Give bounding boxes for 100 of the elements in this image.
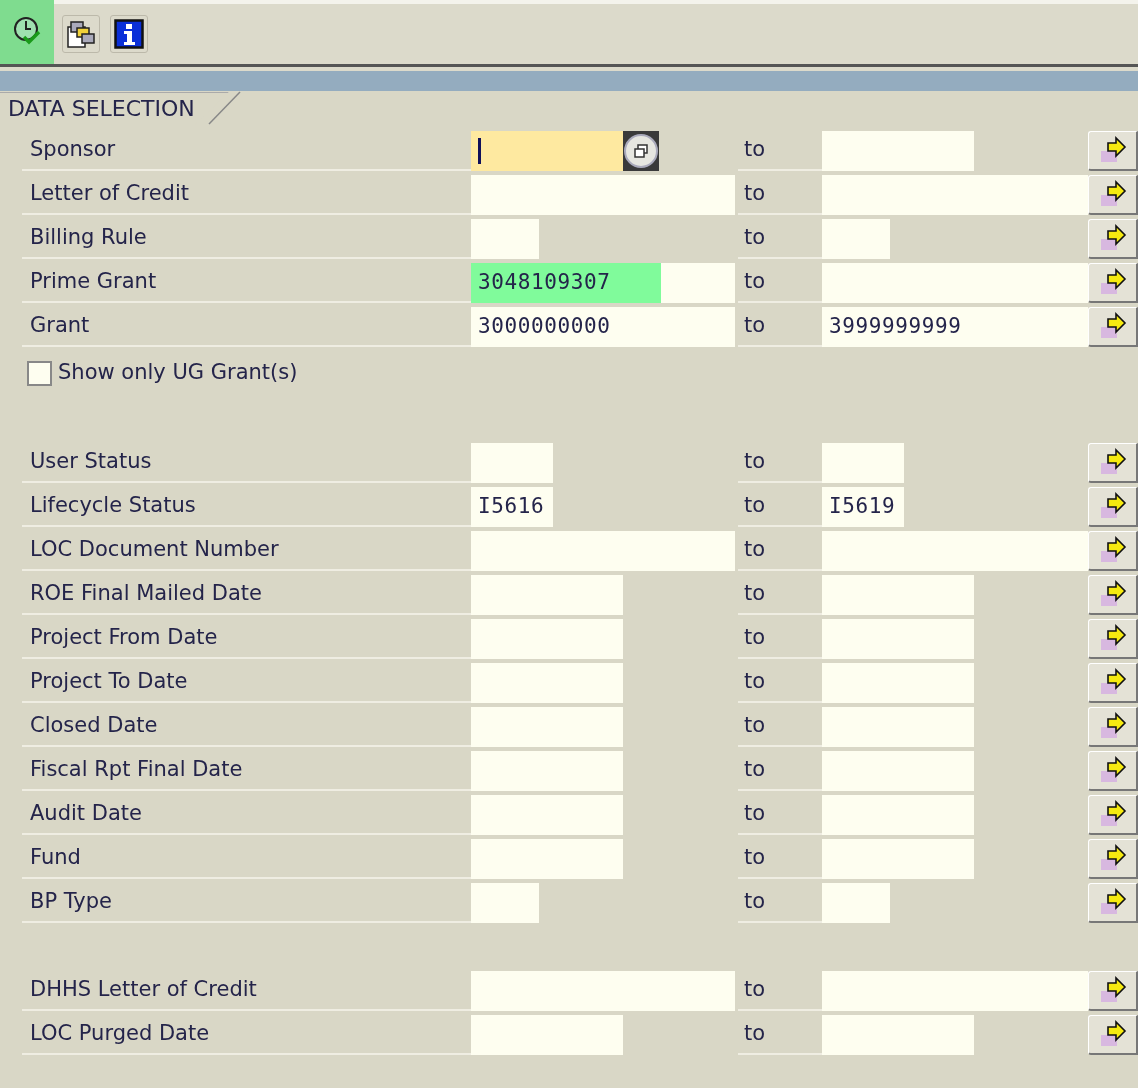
multiple-selection-button[interactable] <box>1088 971 1138 1011</box>
to-label: to <box>744 536 766 564</box>
input-field[interactable]: I5616 <box>471 487 553 527</box>
multiple-selection-button[interactable] <box>1088 751 1138 791</box>
field-label: Project From Date <box>30 624 218 652</box>
to-label: to <box>744 268 766 296</box>
field-label: Lifecycle Status <box>30 492 196 520</box>
to-label: to <box>744 312 766 340</box>
clock-check-icon <box>12 15 42 45</box>
field-label: LOC Document Number <box>30 536 279 564</box>
input-field[interactable] <box>471 839 623 879</box>
to-label: to <box>744 492 766 520</box>
to-label: to <box>744 180 766 208</box>
input-field[interactable] <box>471 971 735 1011</box>
multiple-selection-button[interactable] <box>1088 663 1138 703</box>
input-field[interactable] <box>822 839 974 879</box>
input-field[interactable]: I5619 <box>822 487 904 527</box>
input-field[interactable] <box>471 175 735 215</box>
input-field[interactable] <box>822 619 974 659</box>
multiple-selection-button[interactable] <box>1088 531 1138 571</box>
multiple-selection-button[interactable] <box>1088 839 1138 879</box>
field-label: Fund <box>30 844 81 872</box>
input-field[interactable]: 3999999999 <box>822 307 1088 347</box>
field-label: LOC Purged Date <box>30 1020 210 1048</box>
input-field[interactable] <box>471 619 623 659</box>
input-field[interactable] <box>471 663 623 703</box>
input-field[interactable] <box>822 1015 974 1055</box>
input-field[interactable] <box>822 663 974 703</box>
multiple-selection-button[interactable] <box>1088 575 1138 615</box>
field-label: Grant <box>30 312 90 340</box>
multiple-selection-button[interactable] <box>1088 1015 1138 1055</box>
multiple-selection-button[interactable] <box>1088 487 1138 527</box>
field-label: Billing Rule <box>30 224 147 252</box>
to-label: to <box>744 712 766 740</box>
field-label: Sponsor <box>30 136 116 164</box>
input-field[interactable] <box>471 531 735 571</box>
multiple-selection-button[interactable] <box>1088 263 1138 303</box>
multiple-selection-button[interactable] <box>1088 307 1138 347</box>
input-field[interactable] <box>822 971 1088 1011</box>
input-field[interactable] <box>471 131 623 171</box>
toolbar-button[interactable] <box>62 15 100 53</box>
field-label: ROE Final Mailed Date <box>30 580 262 608</box>
input-field[interactable] <box>822 707 974 747</box>
input-field[interactable] <box>822 443 904 483</box>
input-field[interactable] <box>822 575 974 615</box>
input-field[interactable] <box>471 751 623 791</box>
input-field[interactable] <box>822 131 974 171</box>
to-label: to <box>744 1020 766 1048</box>
multiple-selection-button[interactable] <box>1088 131 1138 171</box>
input-field[interactable] <box>471 443 553 483</box>
input-field[interactable] <box>822 175 1088 215</box>
input-field[interactable] <box>471 1015 623 1055</box>
input-field[interactable] <box>471 795 623 835</box>
field-label: BP Type <box>30 888 112 916</box>
checkbox[interactable] <box>27 360 52 386</box>
to-label: to <box>744 448 766 476</box>
multiple-selection-button[interactable] <box>1088 795 1138 835</box>
field-label: Prime Grant <box>30 268 157 296</box>
input-field[interactable] <box>471 883 539 923</box>
input-field[interactable] <box>471 219 539 259</box>
to-label: to <box>744 800 766 828</box>
multiple-selection-button[interactable] <box>1088 883 1138 923</box>
to-label: to <box>744 624 766 652</box>
multiple-selection-button[interactable] <box>1088 219 1138 259</box>
input-field[interactable] <box>822 883 890 923</box>
windows-icon <box>66 19 96 49</box>
field-label: DHHS Letter of Credit <box>30 976 257 1004</box>
input-field[interactable] <box>471 575 623 615</box>
input-field[interactable] <box>822 219 890 259</box>
multiple-selection-button[interactable] <box>1088 619 1138 659</box>
input-field[interactable]: 3048109307 <box>471 263 735 303</box>
input-field[interactable] <box>822 751 974 791</box>
to-label: to <box>744 844 766 872</box>
multiple-selection-button[interactable] <box>1088 707 1138 747</box>
to-label: to <box>744 580 766 608</box>
field-label: Letter of Credit <box>30 180 190 208</box>
input-field[interactable]: 3000000000 <box>471 307 735 347</box>
field-label: Project To Date <box>30 668 188 696</box>
to-label: to <box>744 976 766 1004</box>
field-label: Closed Date <box>30 712 158 740</box>
tab-edge <box>205 91 241 125</box>
field-label: User Status <box>30 448 152 476</box>
multiple-selection-button[interactable] <box>1088 175 1138 215</box>
value-help-button[interactable] <box>624 134 658 168</box>
to-label: to <box>744 668 766 696</box>
toolbar-button[interactable] <box>110 15 148 53</box>
checkbox-label: Show only UG Grant(s) <box>58 359 298 387</box>
text-cursor <box>478 138 481 164</box>
windows-icon <box>634 144 648 158</box>
input-field[interactable] <box>471 707 623 747</box>
to-label: to <box>744 136 766 164</box>
field-label: Audit Date <box>30 800 142 828</box>
input-field[interactable] <box>822 263 1088 303</box>
toolbar-button[interactable] <box>0 0 54 64</box>
input-field[interactable] <box>822 795 974 835</box>
to-label: to <box>744 756 766 784</box>
input-field[interactable] <box>822 531 1088 571</box>
multiple-selection-button[interactable] <box>1088 443 1138 483</box>
info-icon <box>114 19 144 49</box>
to-label: to <box>744 888 766 916</box>
